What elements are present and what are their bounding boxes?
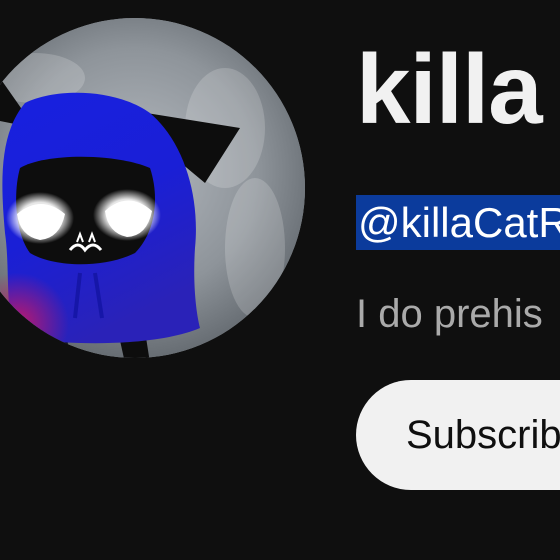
channel-avatar[interactable] bbox=[0, 18, 305, 358]
channel-description[interactable]: I do prehis bbox=[356, 292, 543, 336]
subscribe-button[interactable]: Subscrib bbox=[356, 380, 560, 490]
channel-header: killa @killaCatR I do prehis Subscrib bbox=[0, 0, 560, 560]
channel-handle[interactable]: @killaCatR bbox=[356, 195, 560, 250]
avatar-image bbox=[0, 18, 305, 358]
channel-name: killa bbox=[356, 34, 543, 144]
